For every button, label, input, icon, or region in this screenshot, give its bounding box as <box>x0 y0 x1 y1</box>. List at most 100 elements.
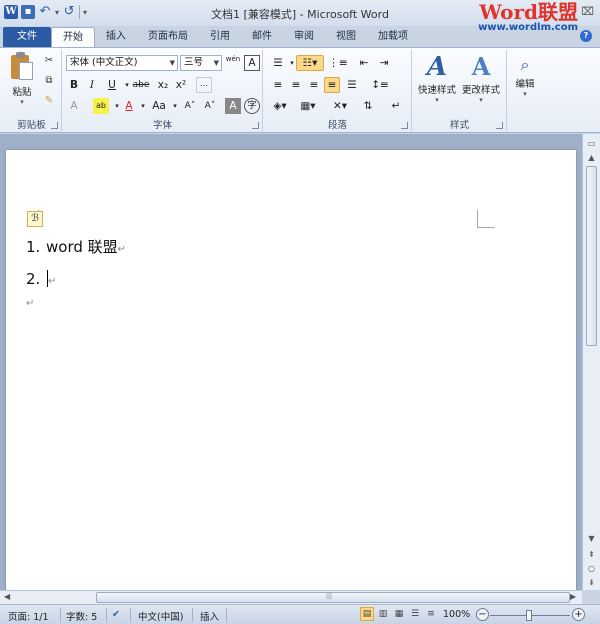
list-item[interactable]: 1. word 联盟↵ <box>26 236 126 257</box>
show-marks-icon[interactable]: ↵ <box>388 98 404 114</box>
more-effects-icon[interactable]: ⋯ <box>196 77 212 93</box>
decrease-indent-icon[interactable]: ⇤ <box>356 55 372 71</box>
styles-launcher-icon[interactable] <box>496 122 503 129</box>
chevron-down-icon[interactable]: ▼ <box>170 56 175 70</box>
previous-page-icon[interactable]: ⇞ <box>585 548 598 561</box>
zoom-level[interactable]: 100% <box>443 609 470 620</box>
subscript-button[interactable]: x₂ <box>155 77 171 93</box>
scroll-down-icon[interactable]: ▼ <box>585 532 598 545</box>
status-divider <box>226 608 227 622</box>
editing-label: 编辑 <box>515 79 535 90</box>
scroll-left-icon[interactable]: ◀ <box>4 592 10 601</box>
tab-file[interactable]: 文件 <box>3 27 51 47</box>
page-count[interactable]: 页面: 1/1 <box>8 609 49 623</box>
character-shading-button[interactable]: A <box>225 98 241 114</box>
zoom-in-button[interactable]: + <box>572 608 585 621</box>
multilevel-list-icon[interactable]: ⋮≡ <box>328 55 348 71</box>
paste-dropdown-icon[interactable]: ▾ <box>6 98 38 106</box>
horizontal-scroll-thumb[interactable] <box>96 592 570 603</box>
change-case-button[interactable]: Aa <box>149 98 169 114</box>
enclose-characters-button[interactable]: 字 <box>244 98 260 114</box>
chevron-down-icon[interactable]: ▼ <box>214 56 219 70</box>
help-icon[interactable]: ? <box>580 30 592 42</box>
ruler-toggle-icon[interactable]: ▭ <box>585 137 598 150</box>
styles-group: A 快速样式 ▾ A 更改样式 ▾ 样式 <box>413 50 507 132</box>
cut-icon[interactable]: ✂ <box>42 54 56 68</box>
numbering-icon[interactable]: ☷▾ <box>296 55 324 71</box>
tab-addins[interactable]: 加载项 <box>367 27 419 47</box>
title-bar: W ▪ ↶ ▾ ↺ ▾ 文档1 [兼容模式] - Microsoft Word … <box>0 0 600 33</box>
font-name-combo[interactable]: 宋体 (中文正文) ▼ <box>66 55 178 71</box>
document-page[interactable]: ℬ 1. word 联盟↵ 2. ↵ ↵ <box>6 150 576 590</box>
word-count[interactable]: 字数: 5 <box>66 609 97 623</box>
font-size-value: 三号 <box>184 57 204 68</box>
binoculars-icon: ⌕ <box>520 55 530 74</box>
increase-indent-icon[interactable]: ⇥ <box>376 55 392 71</box>
change-styles-button[interactable]: A 更改样式 ▾ <box>459 52 503 104</box>
insert-mode-indicator[interactable]: 插入 <box>200 609 219 623</box>
tab-review[interactable]: 审阅 <box>283 27 325 47</box>
paste-label: 粘贴 <box>12 87 32 98</box>
language-indicator[interactable]: 中文(中国) <box>138 609 183 623</box>
grow-font-button[interactable]: A˄ <box>181 98 199 114</box>
sort-icon[interactable]: ⇅ <box>360 98 376 114</box>
tab-insert[interactable]: 插入 <box>95 27 137 47</box>
vertical-scrollbar[interactable]: ▭ ▲ ▼ ⇞ ○ ⇟ <box>582 134 600 590</box>
tab-references[interactable]: 引用 <box>199 27 241 47</box>
margin-corner-right <box>477 210 495 228</box>
full-screen-reading-icon[interactable]: ▥ <box>376 607 390 621</box>
tab-view[interactable]: 视图 <box>325 27 367 47</box>
font-size-combo[interactable]: 三号 ▼ <box>180 55 222 71</box>
horizontal-scrollbar[interactable]: ◀ ||| ▶ <box>0 590 582 604</box>
align-center-icon[interactable]: ≡ <box>288 77 304 93</box>
quick-styles-button[interactable]: A 快速样式 ▾ <box>415 52 459 104</box>
chinese-layout-icon[interactable]: ✕▾ <box>330 98 350 114</box>
justify-icon[interactable]: ≡ <box>324 77 340 93</box>
document-workspace: ℬ 1. word 联盟↵ 2. ↵ ↵ <box>0 134 582 590</box>
print-layout-view-icon[interactable]: ▤ <box>360 607 374 621</box>
web-layout-icon[interactable]: ▦ <box>392 607 406 621</box>
strikethrough-button[interactable]: abe <box>131 77 151 93</box>
text-effects-icon[interactable]: A <box>66 98 82 114</box>
quick-styles-icon: A <box>426 52 448 82</box>
line-spacing-icon[interactable]: ↕≡ <box>370 77 390 93</box>
outline-view-icon[interactable]: ☰ <box>408 607 422 621</box>
shrink-font-button[interactable]: A˅ <box>201 98 219 114</box>
list-number: 1. <box>26 238 41 256</box>
highlight-icon[interactable]: ab <box>93 98 109 114</box>
format-painter-icon[interactable]: ✎ <box>42 94 56 108</box>
paragraph-launcher-icon[interactable] <box>401 122 408 129</box>
editing-button[interactable]: ⌕ 编辑 ▾ <box>510 54 540 98</box>
copy-icon[interactable]: ⧉ <box>42 74 56 88</box>
underline-button[interactable]: U <box>104 77 120 93</box>
autocorrect-options-icon[interactable]: ℬ <box>27 211 43 227</box>
align-right-icon[interactable]: ≡ <box>306 77 322 93</box>
scroll-up-icon[interactable]: ▲ <box>585 151 598 164</box>
italic-button[interactable]: I <box>84 77 100 93</box>
scroll-right-icon[interactable]: ▶ <box>570 592 576 601</box>
vertical-scroll-thumb[interactable] <box>586 166 597 346</box>
tab-home[interactable]: 开始 <box>51 27 95 47</box>
browse-object-icon[interactable]: ○ <box>585 562 598 575</box>
proofing-icon[interactable]: ✔ <box>112 609 120 620</box>
shading-icon[interactable]: ◈▾ <box>270 98 290 114</box>
status-bar: 页面: 1/1 字数: 5 ✔ 中文(中国) 插入 ▤ ▥ ▦ ☰ ≡ 100%… <box>0 604 600 624</box>
font-launcher-icon[interactable] <box>252 122 259 129</box>
phonetic-guide-button[interactable]: wén <box>225 55 241 71</box>
list-item[interactable]: 2. ↵ <box>26 270 56 288</box>
borders-icon[interactable]: ▦▾ <box>298 98 318 114</box>
align-left-icon[interactable]: ≡ <box>270 77 286 93</box>
next-page-icon[interactable]: ⇟ <box>585 576 598 589</box>
draft-view-icon[interactable]: ≡ <box>424 607 438 621</box>
paste-button[interactable]: 粘贴 ▾ <box>6 52 38 106</box>
distributed-icon[interactable]: ☰ <box>344 77 360 93</box>
clipboard-launcher-icon[interactable] <box>51 122 58 129</box>
zoom-out-button[interactable]: − <box>476 608 489 621</box>
tab-mailings[interactable]: 邮件 <box>241 27 283 47</box>
close-icon[interactable]: ⌧ <box>581 5 594 18</box>
bold-button[interactable]: B <box>66 77 82 93</box>
superscript-button[interactable]: x² <box>173 77 189 93</box>
zoom-slider-thumb[interactable] <box>526 610 532 621</box>
clear-formatting-button[interactable]: A <box>244 55 260 71</box>
tab-page-layout[interactable]: 页面布局 <box>137 27 199 47</box>
